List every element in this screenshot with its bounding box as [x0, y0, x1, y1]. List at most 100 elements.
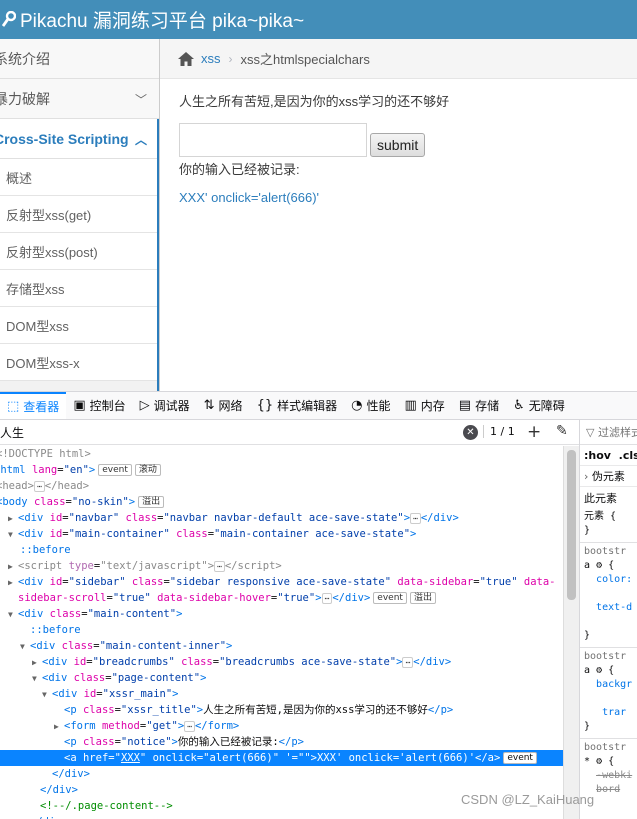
tab-memory[interactable]: ▥ 内存 [397, 392, 451, 419]
tree-node[interactable]: </div> [0, 766, 563, 782]
markup-search-input[interactable]: 人生 [0, 424, 24, 441]
submit-button[interactable]: submit [370, 133, 426, 157]
css-property[interactable]: -webki [596, 770, 632, 781]
expand-arrow-icon[interactable]: ▶ [54, 719, 64, 735]
tab-inspector[interactable]: ⬚ 查看器 [0, 392, 67, 419]
tree-node[interactable]: <!DOCTYPE html> [0, 446, 563, 462]
sidebar-subitem-label: DOM型xss [6, 318, 69, 334]
collapse-arrow-icon[interactable]: ▼ [20, 639, 30, 655]
ellipsis-icon[interactable]: ⋯ [184, 720, 195, 732]
sidebar-item-xss[interactable]: Cross-Site Scripting ︿ [0, 119, 159, 159]
css-property[interactable]: trar [602, 707, 626, 718]
tree-node[interactable]: ▶ <div id="breadcrumbs" class="breadcrumb… [0, 654, 563, 670]
tree-node[interactable]: ▼ <div class="main-content"> [0, 606, 563, 622]
sidebar-item-bruteforce[interactable]: 暴力破解 ﹀ [0, 79, 159, 119]
css-property[interactable]: bord [596, 784, 620, 795]
markup-scrollbar[interactable] [563, 446, 579, 819]
collapse-arrow-icon[interactable]: ▼ [32, 671, 42, 687]
tree-node[interactable]: sidebar-scroll="true" data-sidebar-hover… [0, 590, 563, 606]
brand-title[interactable]: Pikachu 漏洞练习平台 pika~pika~ [20, 6, 304, 33]
tag-name: head [57, 480, 83, 492]
filter-styles-input[interactable]: ▽ 过滤样式 [580, 420, 637, 445]
tab-network[interactable]: ⇅ 网络 [197, 392, 250, 419]
tree-node[interactable]: <body class="no-skin">溢出 [0, 494, 563, 510]
tab-console[interactable]: ▣ 控制台 [66, 392, 132, 419]
home-icon[interactable] [177, 51, 195, 67]
rule-source[interactable]: bootstr [584, 651, 626, 662]
tab-performance[interactable]: ◔ 性能 [344, 392, 397, 419]
hov-toggle[interactable]: :hov [584, 449, 611, 462]
rule-source[interactable]: bootstr [584, 742, 626, 753]
tree-node[interactable]: ▼ <div id="main-container" class="main-co… [0, 526, 563, 542]
gear-icon: ⚙ [596, 560, 603, 571]
tree-node[interactable]: ▼ <div id="xssr_main"> [0, 686, 563, 702]
sidebar-item-intro[interactable]: 系统介绍 [0, 39, 159, 79]
attr-value[interactable]: XXX [121, 752, 140, 764]
tree-node[interactable]: <html lang="en">event滚动 [0, 462, 563, 478]
css-rule[interactable]: bootstr a ⚙ { backgr trar} [580, 648, 637, 739]
element-rule[interactable]: 元素 {} [580, 508, 637, 543]
sidebar-subitem-dom-x[interactable]: DOM型xss-x [0, 344, 159, 381]
collapse-arrow-icon[interactable]: ▼ [8, 527, 18, 543]
ellipsis-icon[interactable]: ⋯ [214, 560, 225, 572]
tree-node[interactable]: <p class="notice">你的输入已经被记录:</p> [0, 734, 563, 750]
clear-icon[interactable]: ✕ [463, 425, 478, 440]
attr-value: en [69, 464, 83, 476]
tree-node[interactable]: ▶ <div id="navbar" class="navbar navbar-d… [0, 510, 563, 526]
sidebar-subitem-dom[interactable]: DOM型xss [0, 307, 159, 344]
collapse-arrow-icon[interactable]: ▼ [42, 687, 52, 703]
result-link[interactable]: XXX' onclick='alert(666)' [179, 190, 629, 205]
add-node-icon[interactable]: + [527, 422, 541, 442]
expand-arrow-icon[interactable]: ▶ [8, 559, 18, 575]
tab-storage[interactable]: ▤ 存储 [452, 392, 506, 419]
tree-node[interactable]: ::before [0, 622, 563, 638]
css-property[interactable]: backgr [596, 679, 632, 690]
overflow-badge[interactable]: 溢出 [409, 592, 436, 604]
expand-arrow-icon[interactable]: ▶ [8, 511, 18, 527]
tab-style-editor[interactable]: {} 样式编辑器 [250, 392, 345, 419]
expand-arrow-icon[interactable]: ▶ [32, 655, 42, 671]
tree-node[interactable]: ▼ <div class="page-content"> [0, 670, 563, 686]
tab-debugger[interactable]: ▷ 调试器 [133, 392, 197, 419]
ellipsis-icon[interactable]: ⋯ [33, 480, 45, 492]
doctype: <!DOCTYPE html> [0, 448, 91, 460]
tree-node[interactable]: ▶ <form method="get"> ⋯ </form> [0, 718, 563, 734]
attr-value: notice [127, 736, 166, 748]
tree-node[interactable]: ▶ <div id="sidebar" class="sidebar respon… [0, 574, 563, 590]
ellipsis-icon[interactable]: ⋯ [402, 656, 414, 668]
ellipsis-icon[interactable]: ⋯ [410, 512, 421, 524]
event-badge[interactable]: event [503, 752, 537, 764]
sidebar-item-label: Cross-Site Scripting [0, 130, 129, 147]
tree-node[interactable]: ▶ <script type="text/javascript"> ⋯ </scrip… [0, 558, 563, 574]
eyedropper-icon[interactable]: ✎ [556, 423, 568, 439]
pseudo-elements-row[interactable]: › 伪元素 [580, 466, 637, 487]
collapse-arrow-icon[interactable]: ▼ [8, 607, 18, 623]
tree-node[interactable]: <p class="xssr_title">人生之所有苦短,是因为你的xss学习… [0, 702, 563, 718]
cls-toggle[interactable]: .cls [619, 449, 637, 462]
sidebar-subitem-reflected-post[interactable]: 反射型xss(post) [0, 233, 159, 270]
breadcrumb-link-xss[interactable]: xss [201, 51, 221, 66]
rule-source[interactable]: bootstr [584, 546, 626, 557]
sidebar-subitem-stored[interactable]: 存储型xss [0, 270, 159, 307]
sidebar-subitem-reflected-get[interactable]: 反射型xss(get) [0, 196, 159, 233]
tree-node[interactable]: <head>⋯</head> [0, 478, 563, 494]
scrollbar-thumb[interactable] [567, 450, 576, 600]
tree-node[interactable]: </div> [0, 814, 563, 819]
scroll-badge[interactable]: 滚动 [134, 464, 161, 476]
tree-node[interactable]: ::before [0, 542, 563, 558]
tree-node[interactable]: ▼ <div class="main-content-inner"> [0, 638, 563, 654]
attr-value: breadcrumbs [98, 656, 169, 668]
tab-accessibility[interactable]: ♿ 无障碍 [506, 392, 572, 419]
css-property[interactable]: text-d [596, 602, 632, 613]
tree-node-selected[interactable]: <a href="XXX" onclick="alert(666)" '="">… [0, 750, 563, 766]
message-input[interactable] [179, 123, 367, 157]
event-badge[interactable]: event [373, 592, 407, 604]
attr-extra: '="" [285, 752, 311, 764]
expand-arrow-icon[interactable]: ▶ [8, 575, 18, 591]
css-rule[interactable]: bootstr a ⚙ { color: text-d} [580, 543, 637, 648]
sidebar-subitem-overview[interactable]: 概述 [0, 159, 159, 196]
css-property[interactable]: color: [596, 574, 632, 585]
event-badge[interactable]: event [98, 464, 132, 476]
overflow-badge[interactable]: 溢出 [138, 496, 165, 508]
ellipsis-icon[interactable]: ⋯ [321, 592, 333, 604]
